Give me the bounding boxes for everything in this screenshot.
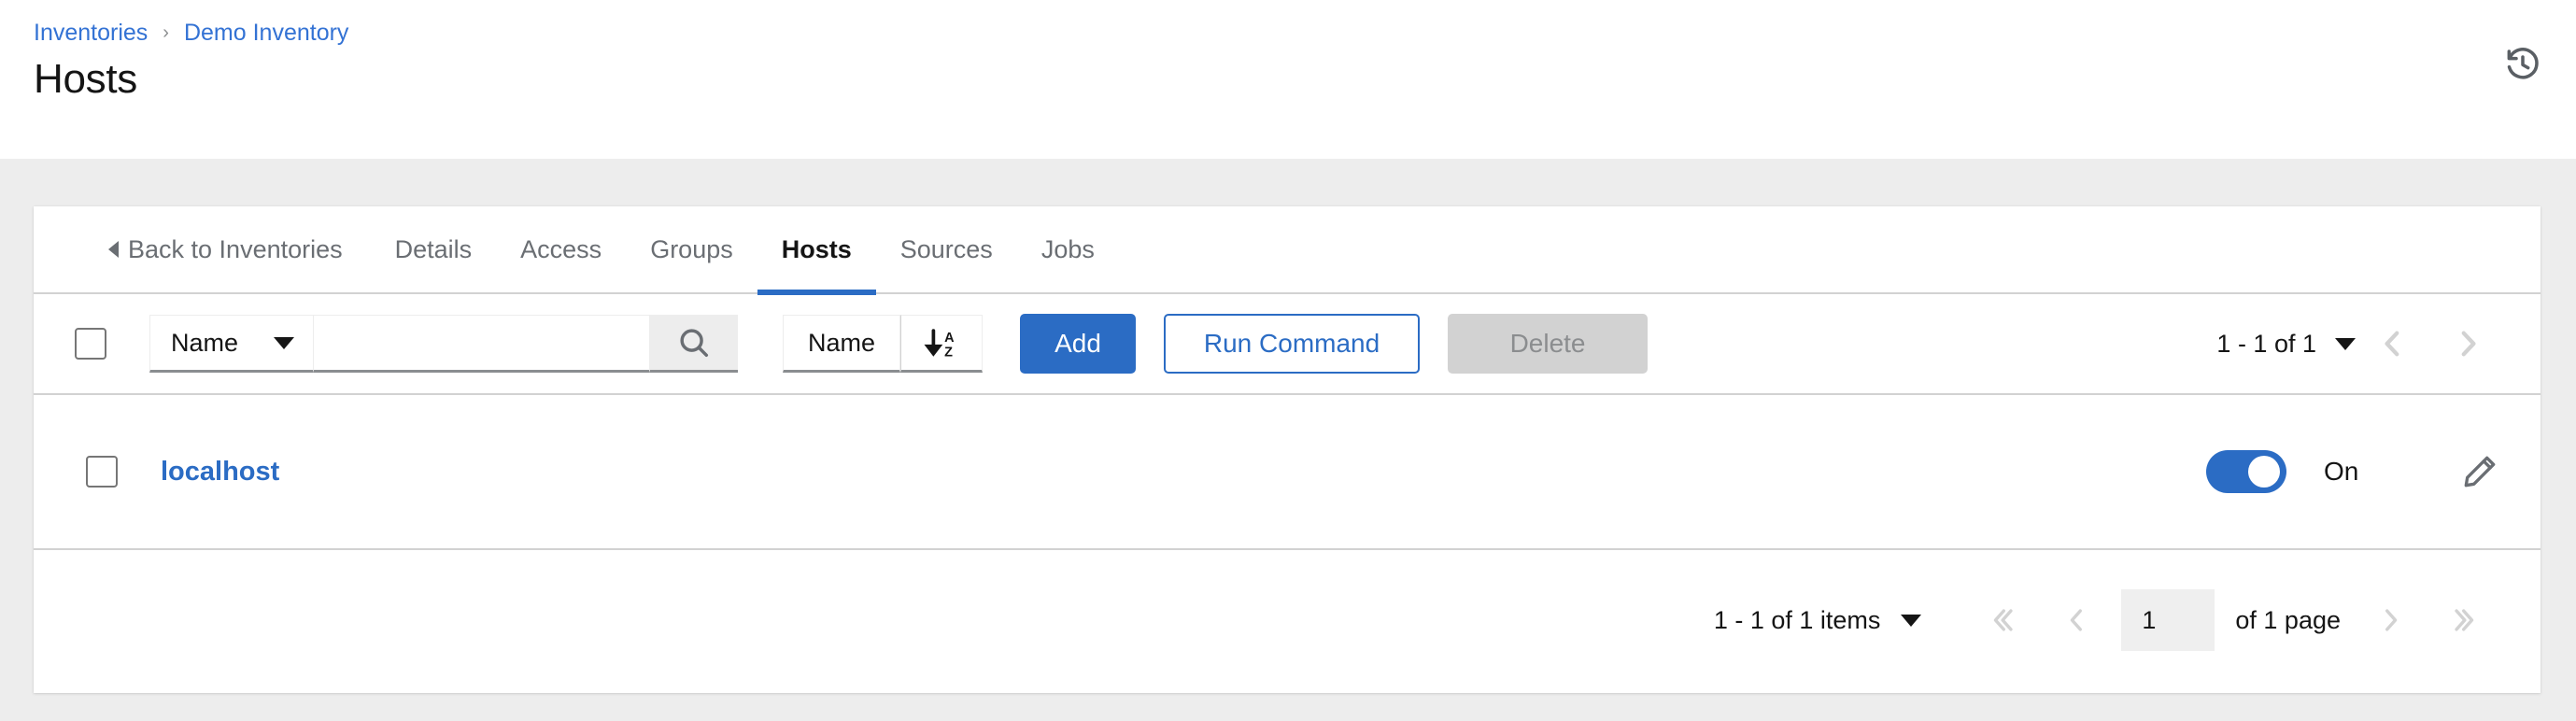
tab-label: Hosts	[782, 235, 852, 264]
tab-sources[interactable]: Sources	[876, 205, 1017, 293]
tab-label: Jobs	[1041, 235, 1095, 264]
filter-field-select[interactable]: Name	[149, 315, 314, 373]
svg-text:Z: Z	[944, 345, 953, 360]
pagination-next-button[interactable]	[2430, 311, 2505, 376]
host-enabled-toggle[interactable]	[2206, 450, 2286, 493]
row-checkbox[interactable]	[86, 456, 118, 488]
add-button[interactable]: Add	[1020, 314, 1136, 374]
pagination-prev-button[interactable]	[2039, 587, 2114, 653]
filter-field-label: Name	[171, 329, 238, 358]
pagination-next-button[interactable]	[2354, 587, 2428, 653]
pagination-first-button[interactable]	[1964, 587, 2039, 653]
hosts-card: Back to Inventories Details Access Group…	[34, 206, 2541, 693]
chevron-down-icon	[274, 337, 294, 349]
tab-back-to-inventories[interactable]: Back to Inventories	[75, 205, 371, 293]
tab-label: Groups	[650, 235, 733, 264]
search-input[interactable]	[314, 315, 650, 373]
run-command-button[interactable]: Run Command	[1164, 314, 1420, 374]
pagination-summary-label: 1 - 1 of 1	[2216, 330, 2316, 359]
tab-access[interactable]: Access	[496, 205, 626, 293]
run-command-button-label: Run Command	[1204, 329, 1380, 359]
search-filter-group: Name	[149, 315, 738, 373]
host-enabled-label: On	[2324, 457, 2374, 487]
chevron-down-icon	[2335, 338, 2356, 350]
pencil-icon[interactable]	[2455, 446, 2505, 497]
tab-label: Back to Inventories	[128, 235, 343, 264]
tab-groups[interactable]: Groups	[626, 205, 757, 293]
host-name-link[interactable]: localhost	[161, 457, 279, 488]
breadcrumb: Inventories › Demo Inventory	[34, 19, 348, 47]
pagination-summary-toggle[interactable]: 1 - 1 of 1	[2216, 330, 2356, 359]
tab-label: Details	[395, 235, 473, 264]
hosts-page: Inventories › Demo Inventory Hosts Back …	[0, 0, 2576, 721]
sort-field-label: Name	[808, 329, 875, 358]
delete-button-label: Delete	[1510, 329, 1586, 359]
tab-details[interactable]: Details	[371, 205, 497, 293]
row-actions: On	[2206, 446, 2505, 497]
history-icon[interactable]	[2501, 43, 2544, 86]
breadcrumb-separator-icon: ›	[163, 19, 169, 47]
tab-hosts[interactable]: Hosts	[757, 205, 876, 293]
page-number-input[interactable]	[2121, 589, 2215, 651]
sort-field-select[interactable]: Name	[783, 315, 900, 373]
toggle-knob	[2248, 456, 2280, 488]
svg-text:A: A	[944, 331, 955, 346]
breadcrumb-item-inventories[interactable]: Inventories	[34, 19, 148, 47]
card-footer: 1 - 1 of 1 items	[34, 550, 2541, 690]
add-button-label: Add	[1054, 329, 1101, 359]
page-header: Inventories › Demo Inventory Hosts	[0, 0, 2576, 159]
items-summary-label: 1 - 1 of 1 items	[1714, 606, 1881, 635]
tab-label: Access	[520, 235, 602, 264]
pagination-prev-button[interactable]	[2356, 311, 2430, 376]
list-toolbar: Name Name A	[34, 294, 2541, 395]
tab-jobs[interactable]: Jobs	[1017, 205, 1119, 293]
sort-direction-button[interactable]: A Z	[900, 315, 983, 373]
pagination-controls: of 1 page	[1964, 587, 2503, 653]
pagination-last-button[interactable]	[2428, 587, 2503, 653]
caret-left-icon	[108, 241, 119, 258]
table-row: localhost On	[34, 395, 2541, 550]
select-all-checkbox[interactable]	[75, 328, 106, 360]
footer-pagination: 1 - 1 of 1 items	[1714, 587, 2503, 653]
sort-group: Name A Z	[783, 315, 983, 373]
chevron-down-icon	[1901, 615, 1921, 627]
search-button[interactable]	[650, 315, 738, 373]
tab-label: Sources	[900, 235, 993, 264]
page-title: Hosts	[34, 54, 137, 105]
toolbar-pagination: 1 - 1 of 1	[2216, 311, 2505, 376]
page-count-label: of 1 page	[2235, 606, 2341, 635]
breadcrumb-item-demo-inventory[interactable]: Demo Inventory	[184, 19, 348, 47]
items-summary-toggle[interactable]: 1 - 1 of 1 items	[1714, 606, 1922, 635]
delete-button[interactable]: Delete	[1448, 314, 1648, 374]
tab-bar: Back to Inventories Details Access Group…	[34, 206, 2541, 294]
